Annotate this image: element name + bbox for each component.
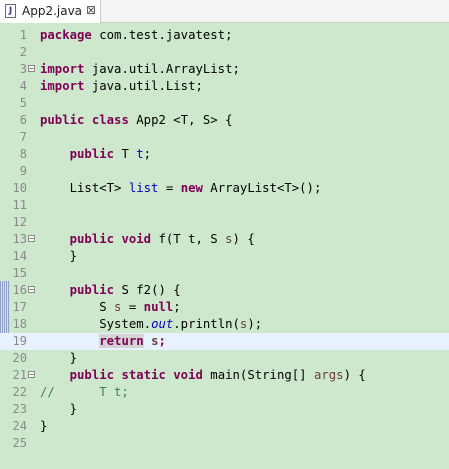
code-text: S s = null; (40, 300, 181, 314)
code-text: // T t; (40, 385, 129, 399)
code-line[interactable]: 15 (0, 265, 449, 282)
line-number: 24 (12, 419, 27, 433)
line-number: 10 (12, 181, 27, 195)
code-text: List<T> list = new ArrayList<T>(); (40, 181, 322, 195)
fold-collapse-icon[interactable]: − (28, 371, 35, 379)
code-line[interactable]: 3− import java.util.ArrayList; (0, 61, 449, 78)
code-text: } (40, 249, 78, 263)
code-text: } (40, 419, 48, 433)
code-text: } (40, 351, 78, 365)
code-line[interactable]: 1 package com.test.javatest; (0, 27, 449, 44)
code-text: public static void main(String[] args) { (69, 368, 366, 382)
code-editor[interactable]: 1 package com.test.javatest; 2 3− import jav… (0, 24, 449, 469)
fold-collapse-icon[interactable]: − (28, 235, 35, 243)
code-line[interactable]: 13− public void f(T t, S s) { (0, 231, 449, 248)
code-line[interactable]: 12 (0, 214, 449, 231)
line-number: 11 (12, 198, 27, 212)
line-number: 20 (12, 351, 27, 365)
line-number: 4 (19, 79, 27, 93)
line-number: 19 (12, 334, 27, 348)
line-number: 13 (12, 232, 27, 246)
line-number: 22 (12, 385, 27, 399)
code-text: } (40, 402, 78, 416)
code-line[interactable]: 21− public static void main(String[] arg… (0, 367, 449, 384)
java-file-icon: J (5, 4, 16, 18)
code-text: import java.util.ArrayList; (40, 62, 240, 76)
line-number: 15 (12, 266, 27, 280)
line-number: 16 (12, 283, 27, 297)
code-line[interactable]: 7 (0, 129, 449, 146)
editor-tab-bar: J App2.java ⊠ (0, 0, 449, 23)
code-line[interactable]: 6 public class App2 <T, S> { (0, 112, 449, 129)
fold-collapse-icon[interactable]: − (28, 65, 35, 73)
code-text: System.out.println(s); (40, 317, 263, 331)
code-line[interactable]: 24} (0, 418, 449, 435)
line-number: 18 (12, 317, 27, 331)
code-line[interactable]: 9 (0, 163, 449, 180)
code-line[interactable]: 4 import java.util.List; (0, 78, 449, 95)
line-number: 8 (19, 147, 27, 161)
line-number: 5 (19, 96, 27, 110)
code-text: public T t; (69, 147, 152, 161)
line-number: 6 (19, 113, 27, 127)
fold-collapse-icon[interactable]: − (28, 286, 35, 294)
line-number: 7 (19, 130, 27, 144)
code-line[interactable]: 20 } (0, 350, 449, 367)
line-number: 1 (19, 28, 27, 42)
code-line[interactable]: 16− public S f2() { (0, 282, 449, 299)
line-number: 25 (12, 436, 27, 450)
code-line[interactable]: 8 public T t; (0, 146, 449, 163)
tab-label: App2.java (22, 4, 83, 18)
code-line[interactable]: 2 (0, 44, 449, 61)
code-text: package com.test.javatest; (40, 28, 233, 42)
line-number: 9 (19, 164, 27, 178)
line-number: 23 (12, 402, 27, 416)
line-number: 21 (12, 368, 27, 382)
line-number: 3 (19, 62, 27, 76)
code-line[interactable]: 11 (0, 197, 449, 214)
code-line[interactable]: 14 } (0, 248, 449, 265)
line-number: 12 (12, 215, 27, 229)
code-line[interactable]: 17 S s = null; (0, 299, 449, 316)
tab-app2-java[interactable]: J App2.java ⊠ (0, 0, 101, 23)
code-text: return s; (99, 334, 166, 348)
code-line[interactable]: 22 // T t; (0, 384, 449, 401)
code-line[interactable]: 18 System.out.println(s); (0, 316, 449, 333)
code-text: import java.util.List; (40, 79, 203, 93)
code-text: public S f2() { (69, 283, 181, 297)
line-number: 2 (19, 45, 27, 59)
line-number: 14 (12, 249, 27, 263)
code-line[interactable]: 23 } (0, 401, 449, 418)
code-line[interactable]: 5 (0, 95, 449, 112)
code-text: public class App2 <T, S> { (40, 113, 233, 127)
code-line[interactable]: 19 return s; (0, 333, 449, 350)
code-text: public void f(T t, S s) { (69, 232, 255, 246)
code-line[interactable]: 10 List<T> list = new ArrayList<T>(); (0, 180, 449, 197)
line-number: 17 (12, 300, 27, 314)
code-line[interactable]: 25 (0, 435, 449, 452)
close-icon[interactable]: ⊠ (86, 3, 96, 17)
